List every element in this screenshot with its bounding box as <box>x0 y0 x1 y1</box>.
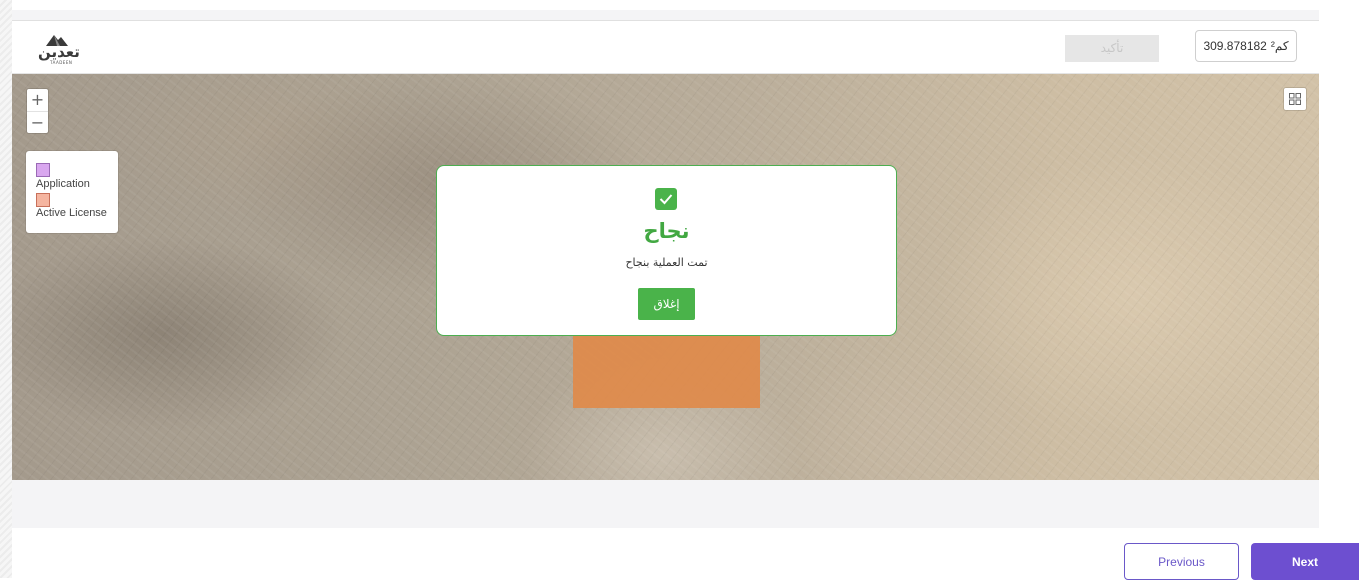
area-unit: كم² <box>1270 39 1289 53</box>
previous-button[interactable]: Previous <box>1124 543 1239 580</box>
zoom-in-button[interactable]: + <box>27 89 48 111</box>
legend-swatch-active-license <box>36 193 50 207</box>
area-display: 309.878182 كم² <box>1195 30 1297 62</box>
left-edge-pattern <box>0 0 12 578</box>
area-value: 309.878182 <box>1203 39 1267 53</box>
logo-subtext: TAADEEN <box>50 60 73 65</box>
map-header: تعدين TAADEEN تأكيد 309.878182 كم² <box>12 20 1319 74</box>
success-modal: نجاح تمت العملية بنجاح إغلاق <box>436 165 897 336</box>
map-legend: Application Active License <box>26 151 118 233</box>
check-icon <box>655 188 677 210</box>
legend-label-active-license: Active License <box>36 207 107 219</box>
close-button[interactable]: إغلاق <box>638 288 695 320</box>
confirm-button[interactable]: تأكيد <box>1065 35 1159 62</box>
grid-icon <box>1289 93 1301 105</box>
modal-title: نجاح <box>643 219 690 243</box>
zoom-control: + − <box>27 89 48 133</box>
taadeen-logo: تعدين TAADEEN <box>28 33 88 65</box>
layer-switcher-button[interactable] <box>1284 88 1306 110</box>
legend-swatch-application <box>36 163 50 177</box>
next-button[interactable]: Next <box>1251 543 1359 580</box>
modal-message: تمت العملية بنجاح <box>625 256 708 269</box>
logo-text: تعدين <box>38 43 80 61</box>
zoom-out-button[interactable]: − <box>27 111 48 133</box>
legend-label-application: Application <box>36 178 90 190</box>
